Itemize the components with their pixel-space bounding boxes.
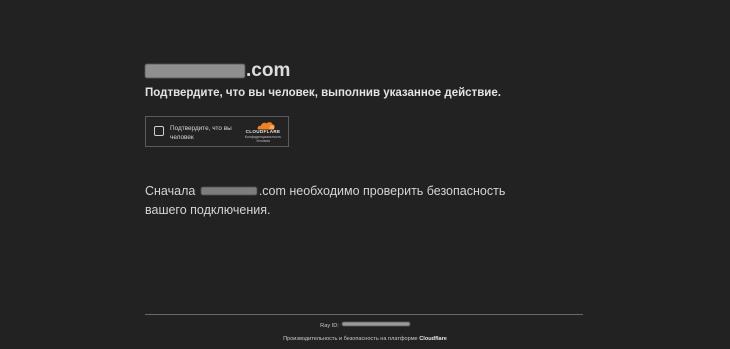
performance-text: Производительность и безопасность на пла…: [283, 336, 418, 342]
checkbox-label[interactable]: Подтвердите, что вы человек: [170, 124, 242, 142]
page-subtitle: Подтвердите, что вы человек, выполнив ук…: [145, 87, 501, 99]
redacted-ray-id: [341, 322, 410, 326]
privacy-terms-link[interactable]: Конфиденциальность Условия: [241, 135, 285, 143]
footer-divider: [145, 314, 583, 315]
site-domain: .com: [145, 60, 290, 82]
ray-id-label: Ray ID:: [320, 323, 339, 329]
cloudflare-wordmark: CLOUDFLARE: [245, 129, 281, 134]
redacted-domain-name: [145, 64, 245, 78]
turnstile-widget: Подтвердите, что вы человек CLOUDFLARE К…: [145, 116, 289, 147]
verify-checkbox[interactable]: [154, 126, 164, 136]
domain-suffix: .com: [246, 60, 291, 81]
redacted-domain-inline: [200, 187, 257, 195]
cloudflare-logo[interactable]: CLOUDFLARE Конфиденциальность Условия: [244, 121, 282, 143]
security-message: Сначала .com необходимо проверить безопа…: [145, 182, 545, 219]
message-prefix: Сначала: [145, 184, 196, 198]
message-suffix: .com необходимо проверить безопасность в…: [145, 184, 506, 217]
ray-id: Ray ID:: [0, 322, 730, 329]
cloudflare-footer-link[interactable]: Cloudflare: [419, 336, 447, 342]
challenge-page: .com Подтвердите, что вы человек, выполн…: [0, 0, 730, 349]
footer-attribution: Производительность и безопасность на пла…: [0, 336, 730, 342]
